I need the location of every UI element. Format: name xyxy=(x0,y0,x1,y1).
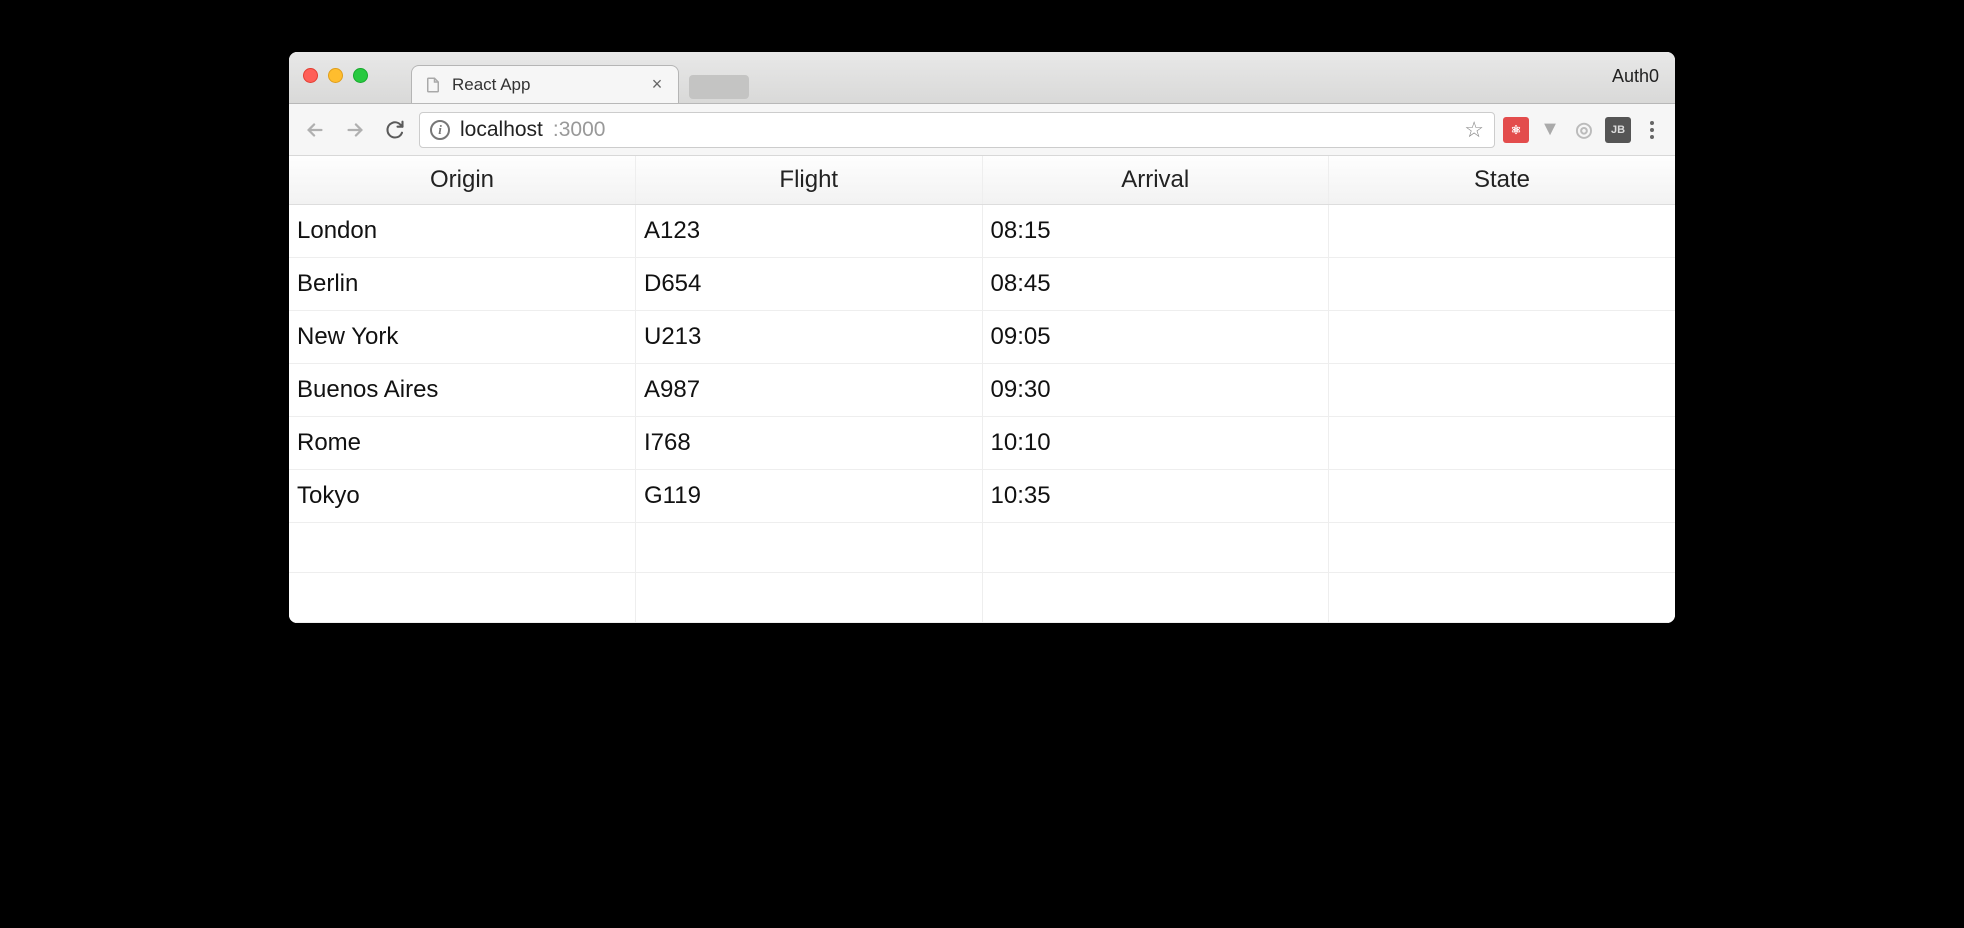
cell-origin: London xyxy=(289,205,636,258)
url-port: :3000 xyxy=(553,118,606,142)
cell-flight: U213 xyxy=(636,311,983,364)
table-row: RomeI76810:10 xyxy=(289,417,1675,470)
cell-flight: D654 xyxy=(636,258,983,311)
cell-arrival: 08:45 xyxy=(982,258,1329,311)
browser-profile-label[interactable]: Auth0 xyxy=(1612,66,1659,87)
page-content: Origin Flight Arrival State LondonA12308… xyxy=(289,156,1675,623)
table-row: Buenos AiresA98709:30 xyxy=(289,364,1675,417)
cell-flight: I768 xyxy=(636,417,983,470)
extension-generic-icon[interactable]: ◎ xyxy=(1571,117,1597,143)
new-tab-button[interactable] xyxy=(689,75,749,99)
cell-flight: A987 xyxy=(636,364,983,417)
cell-state xyxy=(1329,311,1676,364)
tab-title: React App xyxy=(452,75,638,95)
flights-table: Origin Flight Arrival State LondonA12308… xyxy=(289,156,1675,623)
column-header-state[interactable]: State xyxy=(1329,156,1676,205)
cell-flight: G119 xyxy=(636,470,983,523)
window-controls xyxy=(303,68,368,83)
cell-arrival: 10:10 xyxy=(982,417,1329,470)
cell-origin: Berlin xyxy=(289,258,636,311)
column-header-arrival[interactable]: Arrival xyxy=(982,156,1329,205)
cell-origin: Buenos Aires xyxy=(289,364,636,417)
table-header-row: Origin Flight Arrival State xyxy=(289,156,1675,205)
cell-origin: Rome xyxy=(289,417,636,470)
browser-tab-strip: React App × Auth0 xyxy=(289,52,1675,104)
extension-jetbrains-icon[interactable]: JB xyxy=(1605,117,1631,143)
cell-flight xyxy=(636,523,983,573)
cell-state xyxy=(1329,258,1676,311)
extension-vue-devtools-icon[interactable]: ▼ xyxy=(1537,117,1563,143)
forward-button[interactable] xyxy=(339,114,371,146)
browser-toolbar: i localhost :3000 ☆ ⚛ ▼ ◎ JB xyxy=(289,104,1675,156)
file-icon xyxy=(424,76,442,94)
cell-state xyxy=(1329,205,1676,258)
cell-arrival: 08:15 xyxy=(982,205,1329,258)
cell-state xyxy=(1329,523,1676,573)
cell-arrival xyxy=(982,573,1329,623)
address-bar[interactable]: i localhost :3000 ☆ xyxy=(419,112,1495,148)
column-header-origin[interactable]: Origin xyxy=(289,156,636,205)
column-header-flight[interactable]: Flight xyxy=(636,156,983,205)
cell-origin xyxy=(289,573,636,623)
extension-react-devtools-icon[interactable]: ⚛ xyxy=(1503,117,1529,143)
reload-button[interactable] xyxy=(379,114,411,146)
site-info-icon[interactable]: i xyxy=(430,120,450,140)
table-row xyxy=(289,523,1675,573)
cell-state xyxy=(1329,470,1676,523)
cell-origin: Tokyo xyxy=(289,470,636,523)
cell-arrival: 09:05 xyxy=(982,311,1329,364)
url-host: localhost xyxy=(460,118,543,142)
cell-origin xyxy=(289,523,636,573)
cell-state xyxy=(1329,417,1676,470)
bookmark-star-icon[interactable]: ☆ xyxy=(1464,117,1484,143)
cell-flight xyxy=(636,573,983,623)
back-button[interactable] xyxy=(299,114,331,146)
cell-flight: A123 xyxy=(636,205,983,258)
table-row: New YorkU21309:05 xyxy=(289,311,1675,364)
cell-state xyxy=(1329,573,1676,623)
browser-window: React App × Auth0 i localhost :3000 xyxy=(289,52,1675,623)
window-minimize-button[interactable] xyxy=(328,68,343,83)
cell-arrival: 09:30 xyxy=(982,364,1329,417)
window-maximize-button[interactable] xyxy=(353,68,368,83)
cell-origin: New York xyxy=(289,311,636,364)
window-close-button[interactable] xyxy=(303,68,318,83)
tab-close-button[interactable]: × xyxy=(648,74,666,95)
table-row: BerlinD65408:45 xyxy=(289,258,1675,311)
browser-menu-button[interactable] xyxy=(1639,121,1665,139)
table-row: TokyoG11910:35 xyxy=(289,470,1675,523)
table-row xyxy=(289,573,1675,623)
cell-arrival xyxy=(982,523,1329,573)
browser-tab-active[interactable]: React App × xyxy=(411,65,679,103)
cell-state xyxy=(1329,364,1676,417)
cell-arrival: 10:35 xyxy=(982,470,1329,523)
table-row: LondonA12308:15 xyxy=(289,205,1675,258)
